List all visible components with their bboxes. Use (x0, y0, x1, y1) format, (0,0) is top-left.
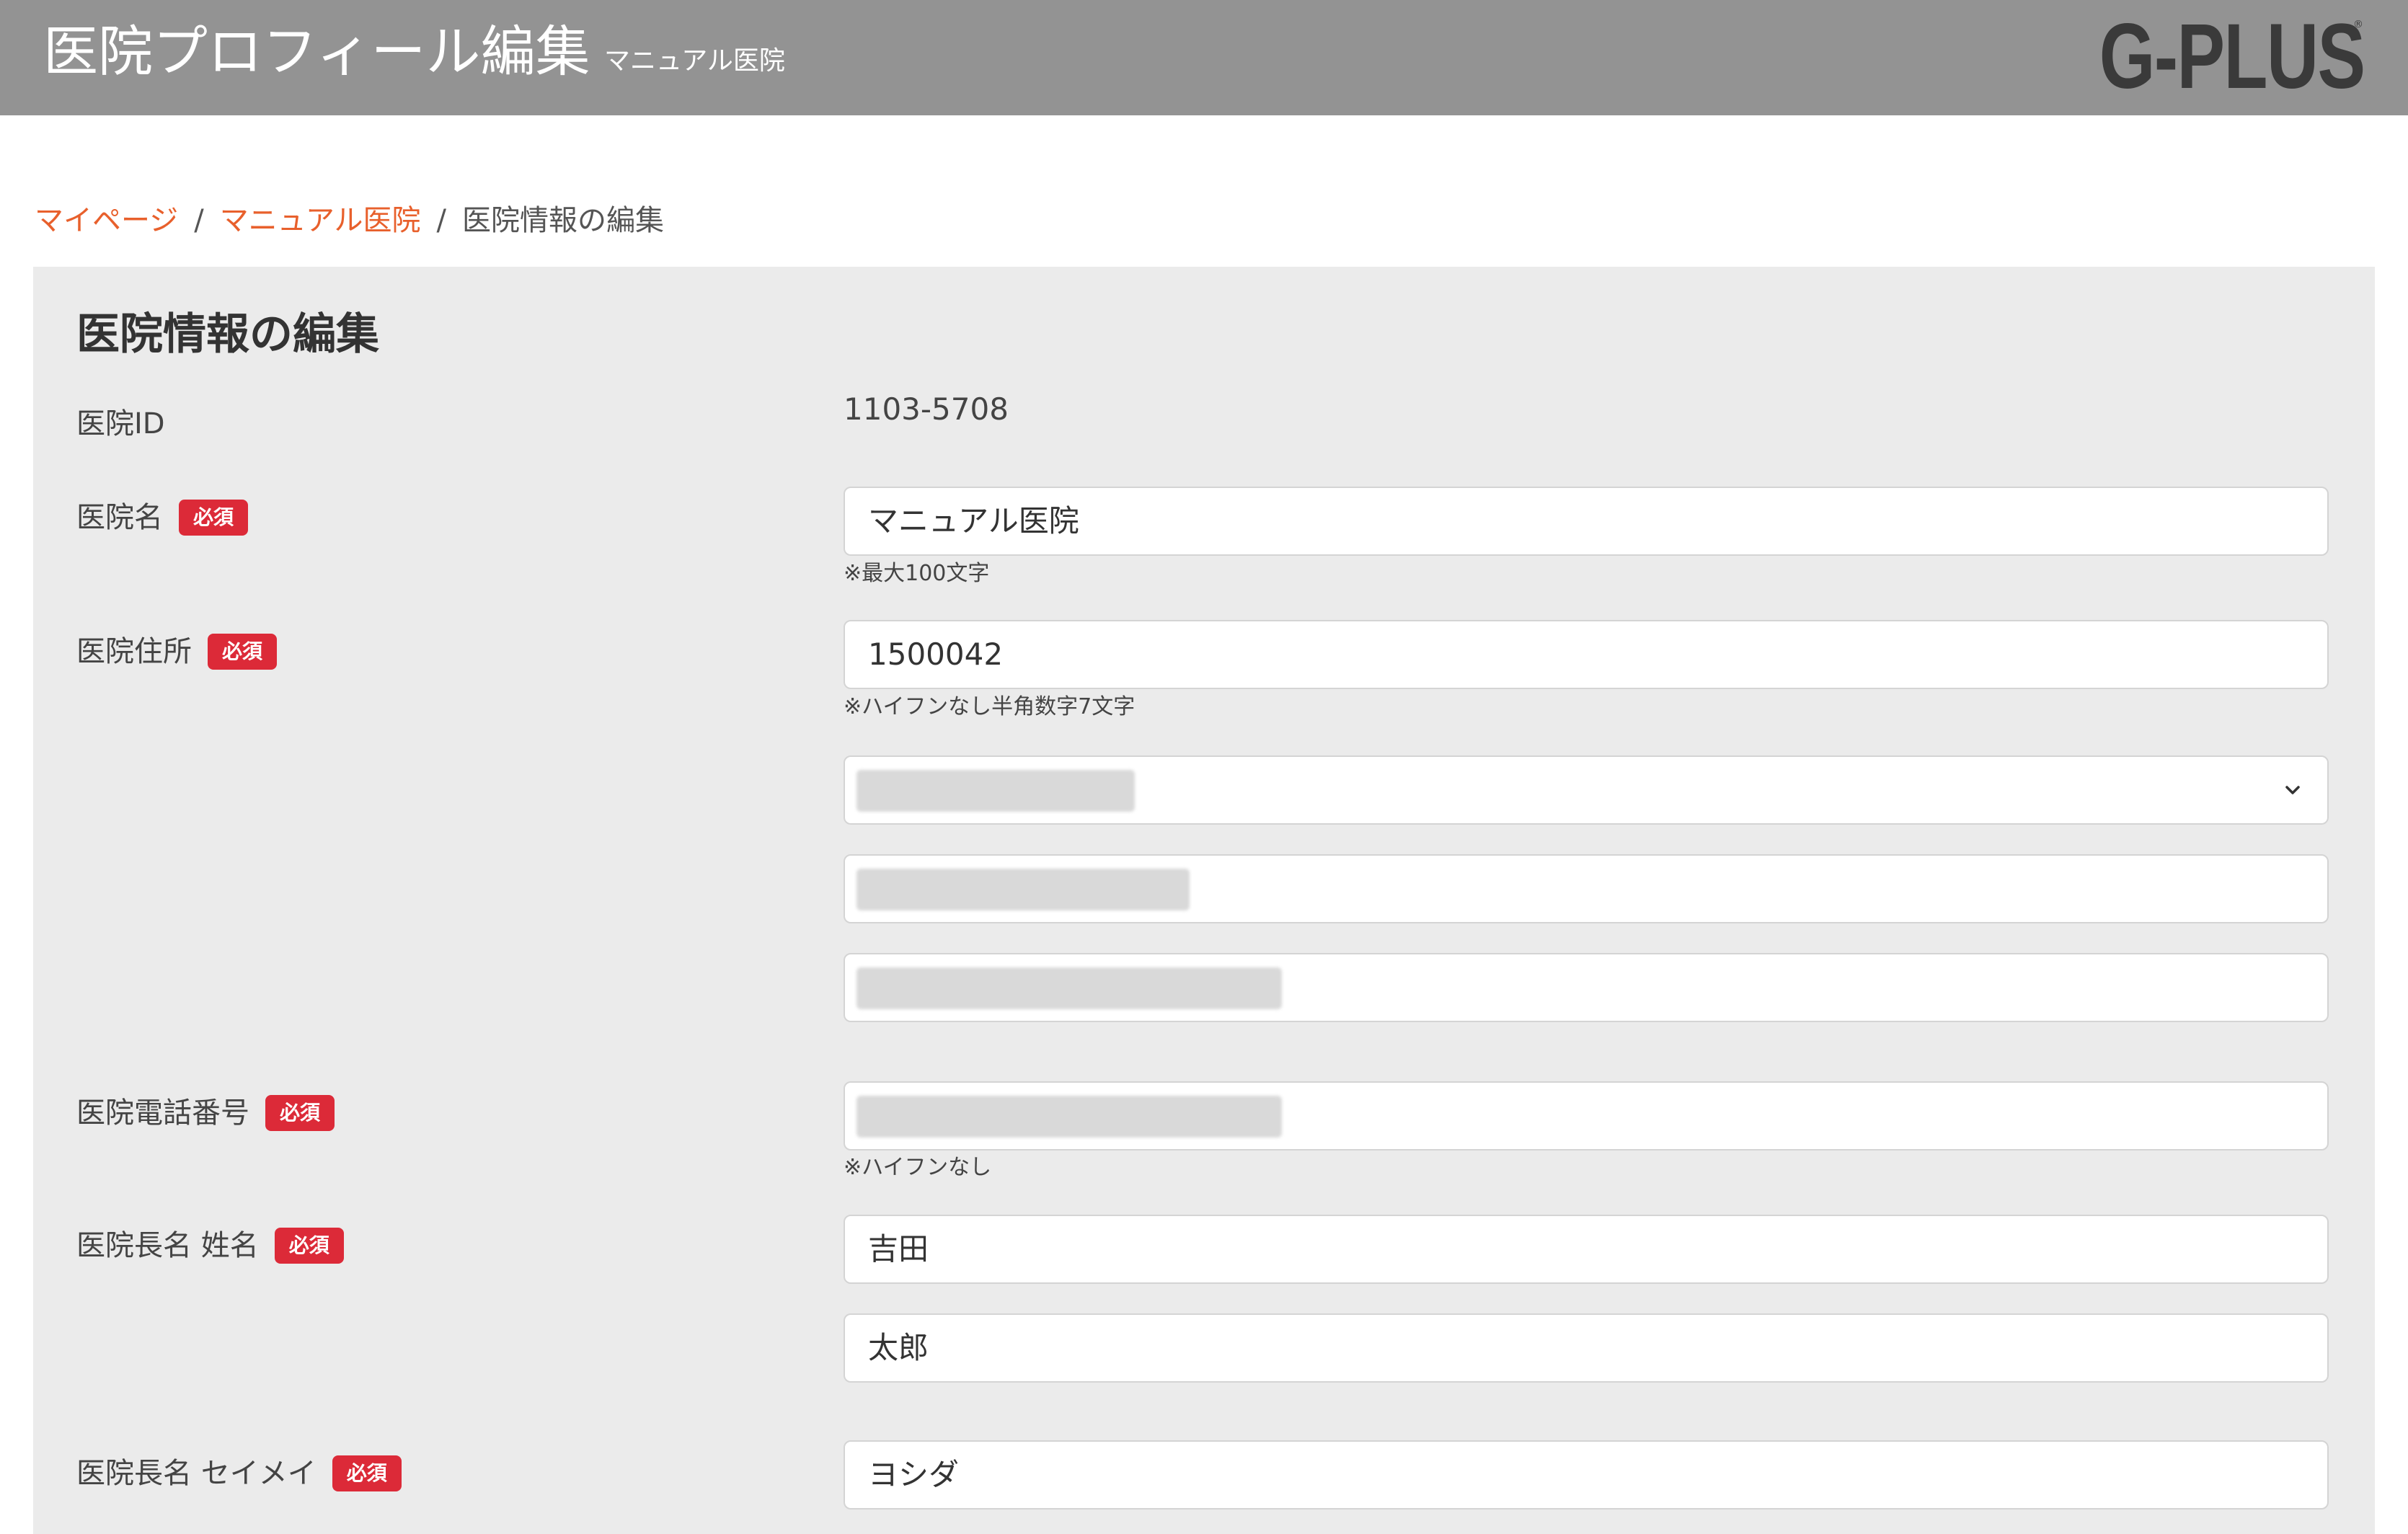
g-plus-logo[interactable]: G-PLUS (2099, 10, 2365, 104)
breadcrumb-separator: / (436, 204, 446, 237)
prefecture-select[interactable] (844, 755, 2329, 825)
breadcrumb-current: 医院情報の編集 (461, 204, 664, 237)
page-header: 医院プロフィール編集 マニュアル医院 G-PLUS ® (0, 0, 2408, 115)
redacted-value (856, 1096, 1282, 1138)
director-kana-last-name-input[interactable]: ヨシダ (844, 1440, 2329, 1509)
breadcrumb-separator: / (194, 204, 204, 237)
phone-input[interactable] (844, 1081, 2329, 1150)
address-label-text: 医院住所 (76, 635, 192, 668)
director-last-name-input[interactable]: 吉田 (844, 1215, 2329, 1284)
postal-code-hint: ※ハイフンなし半角数字7文字 (844, 694, 1136, 719)
redacted-value (856, 869, 1190, 910)
required-badge: 必須 (265, 1095, 335, 1131)
required-badge: 必須 (332, 1455, 402, 1491)
clinic-subtitle: マニュアル医院 (604, 46, 785, 76)
director-kana-label: 医院長名 セイメイ 必須 (76, 1453, 402, 1494)
street-address-input[interactable] (844, 953, 2329, 1022)
page-title: 医院プロフィール編集 (43, 19, 590, 84)
clinic-name-input[interactable]: マニュアル医院 (844, 487, 2329, 556)
address-label: 医院住所 必須 (76, 631, 278, 672)
section-title: 医院情報の編集 (76, 309, 379, 360)
breadcrumb-mypage-link[interactable]: マイページ (35, 204, 178, 237)
director-name-label-text: 医院長名 姓名 (76, 1229, 259, 1262)
registered-mark: ® (2353, 19, 2363, 30)
breadcrumb-clinic-link[interactable]: マニュアル医院 (220, 204, 421, 237)
required-badge: 必須 (179, 500, 249, 536)
director-kana-label-text: 医院長名 セイメイ (76, 1457, 317, 1490)
clinic-id-label: 医院ID (76, 404, 165, 444)
chevron-down-icon (2285, 786, 2300, 794)
required-badge: 必須 (274, 1228, 344, 1264)
clinic-name-hint: ※最大100文字 (844, 561, 990, 586)
clinic-name-label-text: 医院名 (76, 501, 163, 534)
breadcrumb: マイページ / マニュアル医院 / 医院情報の編集 (35, 199, 664, 242)
phone-label: 医院電話番号 必須 (76, 1093, 335, 1133)
phone-label-text: 医院電話番号 (76, 1096, 249, 1130)
clinic-id-value: 1103-5708 (844, 391, 1009, 427)
required-badge: 必須 (208, 634, 278, 670)
clinic-id-label-text: 医院ID (76, 407, 165, 440)
city-input[interactable] (844, 854, 2329, 923)
director-name-label: 医院長名 姓名 必須 (76, 1225, 344, 1266)
postal-code-input[interactable]: 1500042 (844, 620, 2329, 689)
redacted-value (856, 967, 1282, 1009)
director-first-name-input[interactable]: 太郎 (844, 1313, 2329, 1383)
redacted-value (856, 770, 1135, 812)
phone-hint: ※ハイフンなし (844, 1155, 992, 1180)
clinic-name-label: 医院名 必須 (76, 497, 249, 538)
